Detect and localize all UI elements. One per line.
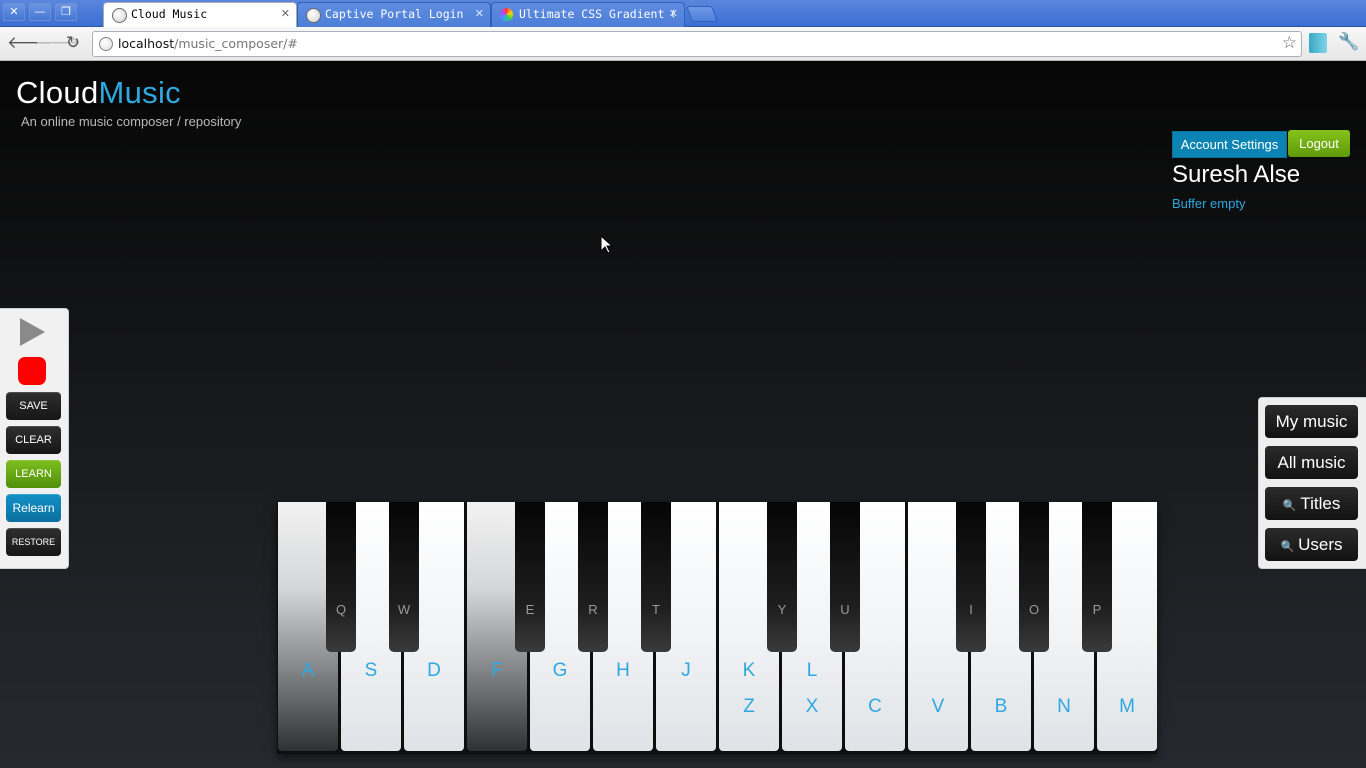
piano-black-key[interactable]: P <box>1082 502 1112 652</box>
learn-button[interactable]: LEARN <box>6 460 61 488</box>
forward-arrow-icon[interactable]: 🡒 <box>35 33 81 53</box>
tab-title: Cloud Music <box>131 7 208 21</box>
white-key-label: M <box>1119 696 1135 717</box>
wrench-icon[interactable]: 🔧 <box>1338 32 1359 52</box>
white-key-label: G <box>552 660 568 681</box>
black-key-label: O <box>1028 602 1040 617</box>
piano-black-key[interactable]: Q <box>326 502 356 652</box>
piano-black-key[interactable]: I <box>956 502 986 652</box>
recorder-controls: SAVE CLEAR LEARN Relearn RESTORE <box>0 308 69 569</box>
all-music-button[interactable]: All music <box>1265 446 1358 479</box>
white-key-label: F <box>491 660 503 681</box>
white-key-alt-label: X <box>805 696 819 717</box>
mouse-cursor-icon <box>600 235 614 254</box>
piano-black-key[interactable]: O <box>1019 502 1049 652</box>
black-key-label: W <box>397 602 411 617</box>
tab-css-gradient[interactable]: Ultimate CSS Gradient Ge ✕ <box>491 2 685 27</box>
piano-black-key[interactable]: Y <box>767 502 797 652</box>
tab-captive-portal[interactable]: Captive Portal Login ✕ <box>297 2 491 27</box>
piano-keyboard: A S D F G H J KZ LX C V B N M Q W E R T Y U I O P <box>277 502 1157 754</box>
white-key-label: D <box>427 660 441 681</box>
white-key-label: S <box>364 660 378 681</box>
my-music-button[interactable]: My music <box>1265 405 1358 438</box>
white-key-label: V <box>931 696 945 717</box>
reload-icon[interactable]: ↻ <box>63 33 83 53</box>
browser-toolbar: 🡐 🡒 ↻ localhost/music_composer/# ☆ 🔧 <box>0 27 1366 61</box>
piano-black-key[interactable]: U <box>830 502 860 652</box>
logout-button[interactable]: Logout <box>1288 130 1350 157</box>
logo-accent: Music <box>98 75 181 110</box>
account-settings-button[interactable]: Account Settings <box>1172 131 1287 158</box>
clear-button[interactable]: CLEAR <box>6 426 61 454</box>
search-users-button[interactable]: 🔍 Users <box>1265 528 1358 561</box>
piano-black-key[interactable]: R <box>578 502 608 652</box>
new-tab-button[interactable] <box>686 6 718 22</box>
tab-title: Ultimate CSS Gradient Ge <box>519 7 674 21</box>
star-icon[interactable]: ☆ <box>1282 33 1297 53</box>
white-key-label: A <box>301 660 315 681</box>
music-menu: My music All music 🔍 Titles 🔍 Users <box>1258 397 1366 569</box>
piano-black-key[interactable]: W <box>389 502 419 652</box>
user-name: Suresh Alse <box>1172 161 1301 188</box>
record-icon[interactable] <box>18 357 46 385</box>
black-key-label: Y <box>777 602 787 617</box>
save-button[interactable]: SAVE <box>6 392 61 420</box>
piano-black-key[interactable]: T <box>641 502 671 652</box>
black-key-label: I <box>969 602 973 617</box>
black-key-label: E <box>525 602 535 617</box>
black-key-label: T <box>652 602 660 617</box>
buffer-status: Buffer empty <box>1172 196 1246 211</box>
globe-icon <box>112 8 127 23</box>
close-tab-icon[interactable]: ✕ <box>669 7 678 20</box>
window-restore-button[interactable]: ❐ <box>55 3 77 21</box>
black-key-label: R <box>588 602 598 617</box>
white-key-alt-label: Z <box>743 696 755 717</box>
color-wheel-icon <box>500 8 513 21</box>
black-key-label: Q <box>335 602 347 617</box>
window-minimize-button[interactable]: — <box>29 3 51 21</box>
logo: CloudMusic <box>16 75 181 111</box>
white-key-label: K <box>742 660 756 681</box>
black-key-label: U <box>840 602 850 617</box>
close-tab-icon[interactable]: ✕ <box>281 7 290 20</box>
piano-black-key[interactable]: E <box>515 502 545 652</box>
search-icon: 🔍 <box>1280 541 1295 553</box>
tab-strip: ✕ — ❐ Cloud Music ✕ Captive Portal Login… <box>0 0 1366 28</box>
search-icon: 🔍 <box>1282 500 1297 512</box>
white-key-label: B <box>994 696 1008 717</box>
white-key-label: J <box>681 660 691 681</box>
globe-icon <box>99 37 113 51</box>
tab-cloud-music[interactable]: Cloud Music ✕ <box>103 2 297 28</box>
white-key-label: L <box>806 660 818 681</box>
tab-title: Captive Portal Login <box>325 7 464 21</box>
tagline: An online music composer / repository <box>21 114 242 129</box>
app-page: CloudMusic An online music composer / re… <box>0 61 1366 768</box>
relearn-button[interactable]: Relearn <box>6 494 61 522</box>
close-tab-icon[interactable]: ✕ <box>475 7 484 20</box>
search-titles-button[interactable]: 🔍 Titles <box>1265 487 1358 520</box>
users-label: Users <box>1298 535 1343 554</box>
white-key-label: H <box>616 660 630 681</box>
white-key-label: C <box>868 696 882 717</box>
address-bar[interactable]: localhost/music_composer/# ☆ <box>92 31 1302 57</box>
bookmarks-icon[interactable] <box>1309 33 1327 53</box>
titles-label: Titles <box>1300 494 1341 513</box>
address-url: localhost/music_composer/# <box>118 36 298 51</box>
back-arrow-icon[interactable]: 🡐 <box>7 33 53 53</box>
restore-button[interactable]: RESTORE <box>6 528 61 556</box>
white-key-label: N <box>1057 696 1071 717</box>
globe-icon <box>306 8 321 23</box>
black-key-label: P <box>1092 602 1102 617</box>
logo-primary: Cloud <box>16 75 99 110</box>
window-close-button[interactable]: ✕ <box>3 3 25 21</box>
play-icon[interactable] <box>20 318 45 346</box>
